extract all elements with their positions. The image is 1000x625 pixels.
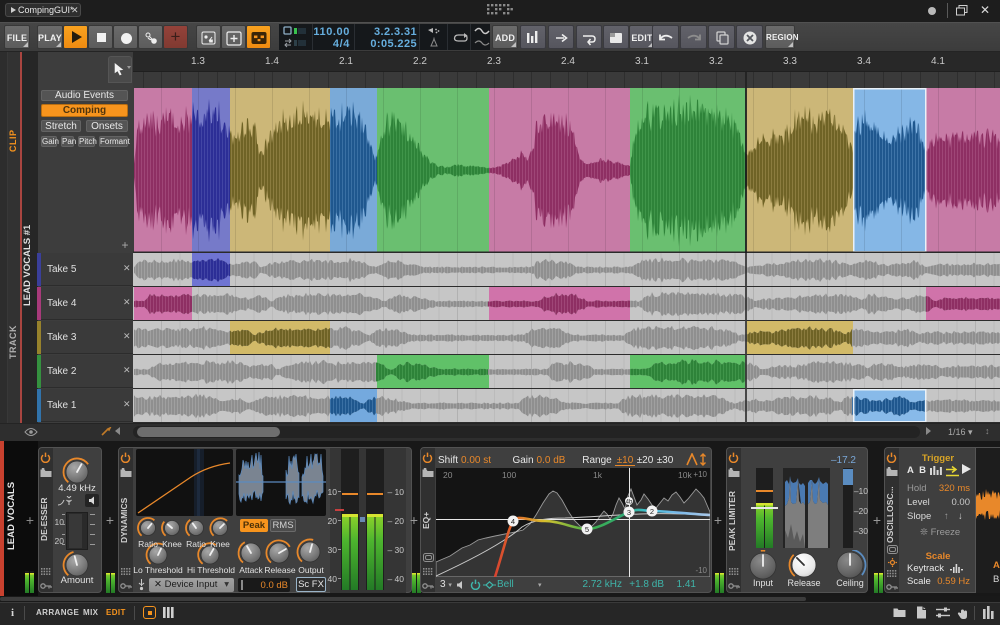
- svg-text:100: 100: [502, 470, 516, 480]
- svg-text:20: 20: [443, 470, 453, 480]
- svg-text:+10: +10: [693, 470, 707, 479]
- svg-text:3: 3: [627, 508, 631, 517]
- svg-text:B: B: [993, 574, 999, 585]
- svg-text:2: 2: [650, 507, 654, 516]
- svg-text:-10: -10: [695, 566, 707, 575]
- svg-text:10k: 10k: [678, 470, 692, 480]
- svg-text:4b: 4b: [626, 500, 633, 506]
- svg-text:A: A: [993, 560, 1000, 571]
- svg-text:5: 5: [585, 525, 589, 534]
- svg-text:4: 4: [511, 517, 515, 526]
- svg-text:1k: 1k: [593, 470, 603, 480]
